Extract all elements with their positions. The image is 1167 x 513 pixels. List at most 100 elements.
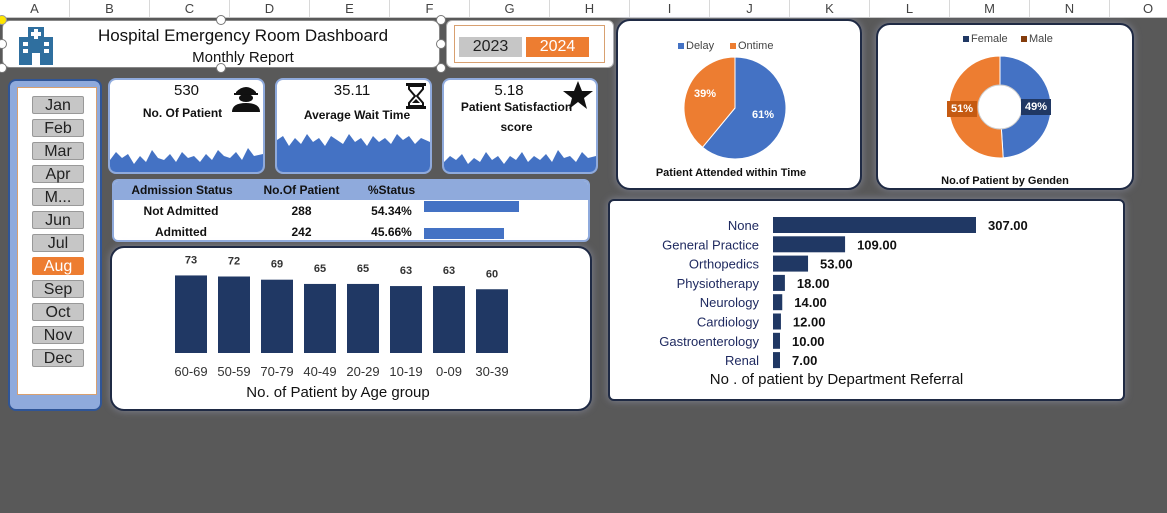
month-slicer-list: Jan Feb Mar Apr M... Jun Jul Aug Sep Oct Nov Dec (17, 87, 97, 395)
age-bar (476, 289, 508, 353)
column-header-a[interactable]: A (0, 0, 70, 17)
department-value: 53.00 (820, 257, 853, 272)
pie-value-label: 51% (951, 103, 973, 115)
attended-pie-chart: 61% 39% Delay Ontime (678, 40, 787, 160)
admission-row-count: 288 (291, 204, 312, 218)
year-slicer: 2023 2024 (446, 20, 614, 68)
admission-header-pct: %Status (367, 183, 416, 197)
year-button-2023[interactable]: 2023 (459, 37, 522, 57)
column-header-l[interactable]: L (870, 0, 950, 17)
department-value: 14.00 (794, 295, 827, 310)
selection-handle[interactable] (436, 39, 446, 49)
attended-pie-title: Patient Attended within Time (655, 167, 807, 179)
age-tick-label: 40-49 (303, 364, 336, 379)
hospital-icon (19, 27, 53, 65)
selection-handle[interactable] (436, 63, 446, 73)
department-bar (773, 294, 783, 311)
age-bar-value: 65 (314, 263, 326, 275)
age-tick-label: 60-69 (174, 364, 207, 379)
admission-row-pct: 45.66% (371, 225, 412, 239)
selection-handle[interactable] (0, 63, 7, 73)
admission-header-count: No.Of Patient (263, 183, 340, 197)
department-bar (773, 352, 780, 369)
attended-pie-card: 61% 39% Delay Ontime Patient Attended withi… (616, 19, 862, 190)
age-bar (218, 276, 250, 353)
department-label: Renal (725, 353, 759, 368)
admission-row-status: Not Admitted (143, 204, 219, 218)
column-header-f[interactable]: F (390, 0, 470, 17)
legend-label: Male (1029, 33, 1053, 45)
column-header-i[interactable]: I (630, 0, 710, 17)
month-slicer: Jan Feb Mar Apr M... Jun Jul Aug Sep Oct Nov Dec (8, 79, 102, 411)
legend-swatch (1021, 36, 1027, 42)
age-bar-value: 69 (271, 259, 283, 271)
month-button[interactable]: Feb (32, 119, 84, 137)
kpi-wait-sparkline (277, 134, 430, 172)
admission-row-status: Admitted (155, 225, 207, 239)
gender-donut-card: 49% 51% Female Male No.of Patient by Genden (876, 23, 1134, 190)
department-bar (773, 274, 785, 291)
pie-value-label: 49% (1025, 101, 1047, 113)
column-header-k[interactable]: K (790, 0, 870, 17)
month-button[interactable]: M... (32, 188, 84, 206)
column-header-j[interactable]: J (710, 0, 790, 17)
age-bar-value: 72 (228, 256, 240, 268)
column-header-row: ABCDEFGHIJKLMNO (0, 0, 1167, 18)
column-header-g[interactable]: G (470, 0, 550, 17)
department-label: Cardiology (697, 315, 760, 330)
kpi-satisfaction-value: 5.18 (494, 82, 524, 99)
column-header-e[interactable]: E (310, 0, 390, 17)
age-bar (261, 279, 293, 353)
age-tick-label: 10-19 (389, 364, 422, 379)
legend-swatch (963, 36, 969, 42)
age-bar-value: 73 (185, 254, 197, 266)
department-chart-title: No . of patient by Department Referral (709, 371, 964, 388)
department-label: None (728, 218, 759, 233)
kpi-patients-sparkline (110, 148, 263, 172)
department-value: 7.00 (792, 353, 817, 368)
department-label: Gastroenterology (659, 334, 759, 349)
column-header-n[interactable]: N (1030, 0, 1110, 17)
star-icon (563, 81, 593, 109)
age-bar (347, 283, 379, 353)
patient-icon (232, 87, 260, 112)
month-button[interactable]: Sep (32, 280, 84, 298)
year-button-2024[interactable]: 2024 (526, 37, 589, 57)
department-value: 10.00 (792, 334, 825, 349)
month-button[interactable]: Nov (32, 326, 84, 344)
month-button[interactable]: Aug (32, 257, 84, 275)
selection-handle[interactable] (436, 15, 446, 25)
month-button[interactable]: Dec (32, 349, 84, 367)
age-tick-label: 70-79 (260, 364, 293, 379)
dashboard-subtitle: Monthly Report (192, 49, 294, 66)
month-button[interactable]: Oct (32, 303, 84, 321)
selection-handle[interactable] (216, 63, 226, 73)
age-bar (390, 286, 422, 353)
selection-handle[interactable] (216, 15, 226, 25)
department-label: General Practice (662, 237, 759, 252)
kpi-satisfaction-label-2: score (500, 120, 533, 134)
gender-donut-chart: 49% 51% Female Male (947, 33, 1053, 159)
column-header-b[interactable]: B (70, 0, 150, 17)
column-header-o[interactable]: O (1110, 0, 1167, 17)
month-button[interactable]: Jun (32, 211, 84, 229)
kpi-wait-label: Average Wait Time (303, 108, 411, 122)
kpi-patients-card: 530 No. Of Patient (108, 78, 265, 174)
month-button[interactable]: Jan (32, 96, 84, 114)
department-bar (773, 332, 780, 349)
column-header-h[interactable]: H (550, 0, 630, 17)
age-tick-label: 30-39 (475, 364, 508, 379)
dashboard-title: Hospital Emergency Room Dashboard (97, 26, 389, 45)
age-tick-label: 0-09 (436, 364, 462, 379)
legend-label: Ontime (738, 40, 773, 52)
gender-donut-title: No.of Patient by Genden (941, 175, 1069, 187)
column-header-m[interactable]: M (950, 0, 1030, 17)
age-bar-value: 63 (400, 265, 412, 277)
department-label: Physiotherapy (677, 276, 760, 291)
month-button[interactable]: Jul (32, 234, 84, 252)
dashboard-title-box[interactable]: Hospital Emergency Room Dashboard Monthl… (2, 20, 440, 68)
month-button[interactable]: Apr (32, 165, 84, 183)
kpi-satisfaction-card: 5.18 Patient Satisfaction score (442, 78, 598, 174)
column-header-d[interactable]: D (230, 0, 310, 17)
month-button[interactable]: Mar (32, 142, 84, 160)
